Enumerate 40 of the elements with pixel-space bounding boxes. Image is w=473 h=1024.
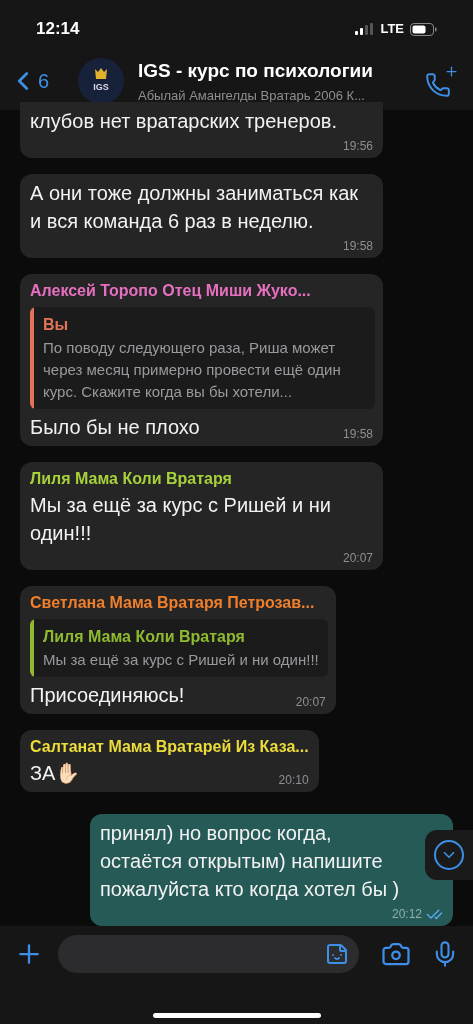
sender-name: Алексей Торопо Отец Миши Жуко... [30,281,312,301]
crown-icon [94,67,108,80]
quoted-message[interactable]: Вы По поводу следующего раза, Риша может через месяц примерно провести ещё один курс. Скажите когда вы бы хотели... [30,307,375,409]
message-text: А они тоже должны заниматься как и вся команда 6 раз в неделю. [30,181,360,234]
chat-title[interactable]: IGS - курс по психологии [138,57,417,86]
message-time: 19:58 [342,238,373,255]
message-text: Присоединяюсь! [30,683,185,708]
message-time: 20:12 [391,906,422,923]
message-text: Было бы не плохо [30,415,200,440]
back-button[interactable]: 6 [8,66,70,96]
sender-name: Светлана Мама Вратаря Петрозав... [30,593,316,613]
message-input[interactable] [58,935,359,973]
message-time: 20:07 [295,694,326,711]
sender-name: Лиля Мама Коли Вратаря [30,469,233,489]
add-call-button[interactable] [425,64,459,98]
message-text: клубов нет вратарских тренеров. [30,109,337,134]
avatar-label: IGS [93,80,109,94]
sender-name: Салтанат Мама Вратарей Из Каза... [30,737,309,757]
network-label: LTE [380,20,404,39]
message-time: 19:58 [342,426,373,443]
quote-author: Вы [43,315,70,335]
quote-text: Мы за ещё за курс с Ришей и ни один!!! [43,650,319,670]
message-time: 20:07 [342,550,373,567]
quote-text: По поводу следующего раза, Риша может через месяц примерно провести ещё один курс. Скажите когда вы бы хотели... [43,338,342,402]
status-time: 12:14 [36,18,80,41]
plus-icon [444,64,459,79]
signal-icon [355,23,375,35]
message-time: 19:56 [342,138,373,155]
quote-author: Лиля Мама Коли Вратаря [43,627,246,647]
quoted-message[interactable]: Лиля Мама Коли Вратаря Мы за ещё за курс с Ришей и ни один!!! [30,619,328,677]
battery-icon [410,22,437,36]
sticker-icon[interactable] [325,942,349,966]
chat-subtitle: Абылай Амангелды Вратарь 2006 К... [138,86,366,105]
message-text: принял) но вопрос когда, остаётся открытым) напишите пожалуйста кто когда хотел бы ) [100,821,401,902]
phone-icon [425,72,451,98]
message-text: Мы за ещё за курс с Ришей и ни один!!! [30,493,332,546]
message-text: ЗА✋🏻 [30,761,81,786]
group-avatar[interactable]: IGS [78,58,124,104]
scroll-down-button[interactable] [425,830,473,880]
message-time: 20:10 [278,772,309,789]
